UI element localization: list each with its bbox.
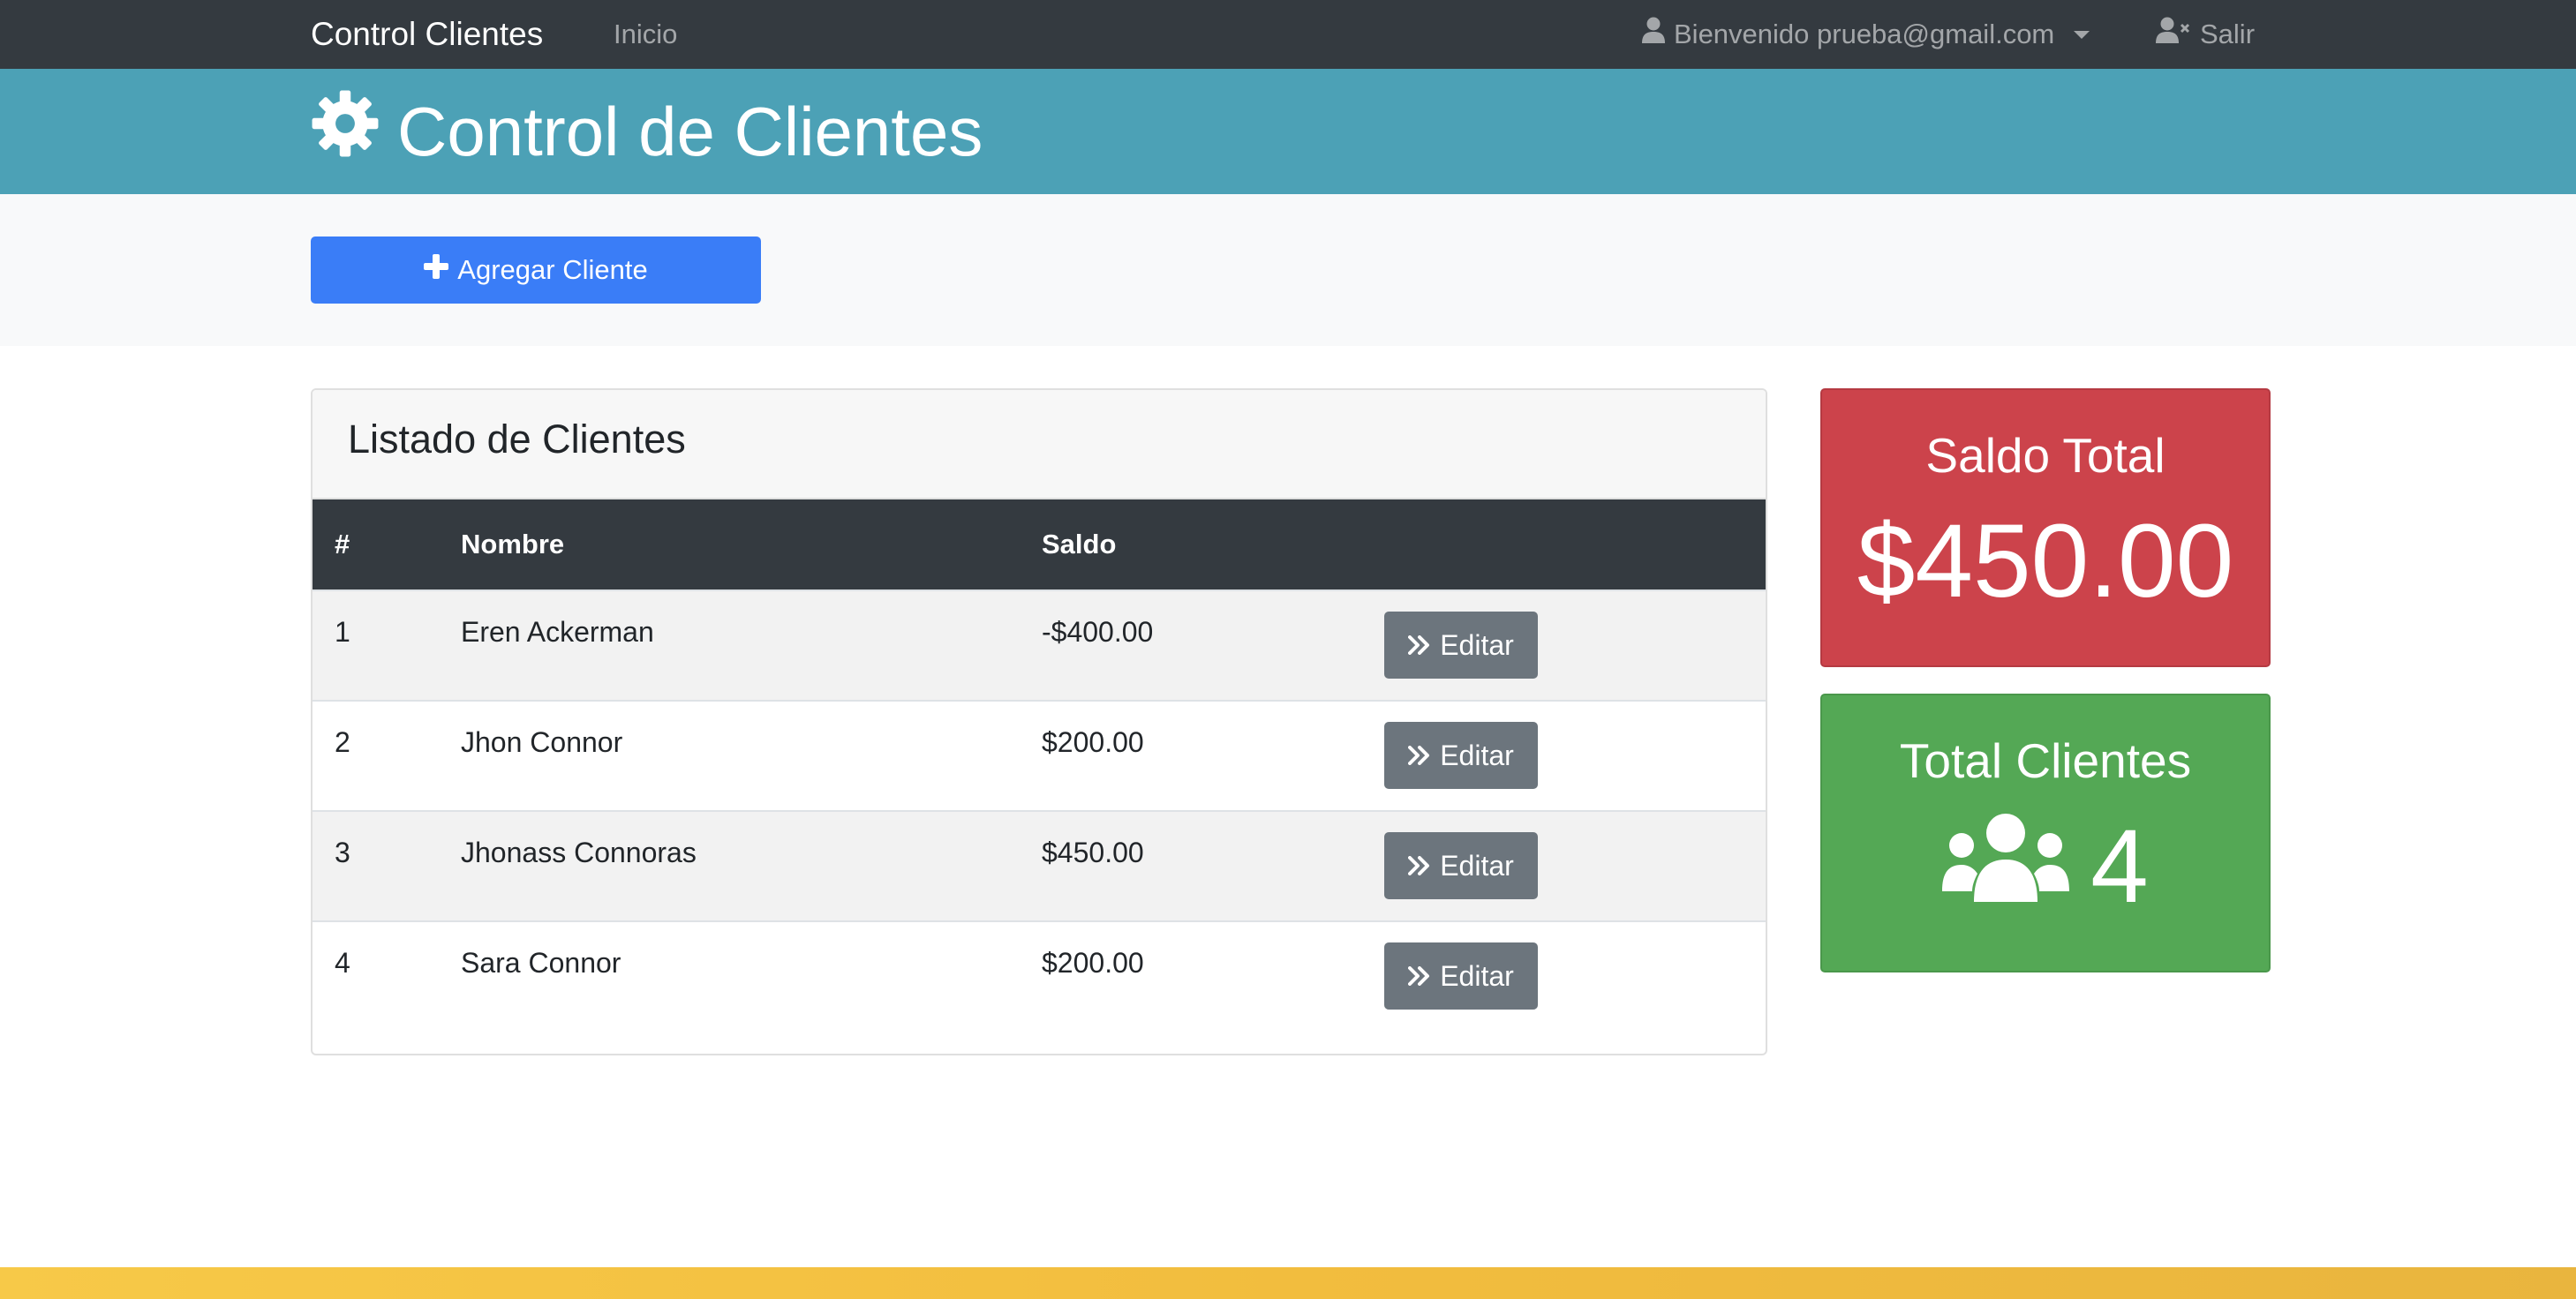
table-row: 2 Jhon Connor $200.00 Editar bbox=[313, 700, 1766, 810]
row-number: 2 bbox=[335, 726, 350, 758]
clients-card: Listado de Clientes # Nombre Saldo 1 Ere… bbox=[311, 388, 1767, 1055]
page-title-wrap: Control de Clientes bbox=[311, 69, 983, 194]
nav-link-inicio-label: Inicio bbox=[614, 19, 678, 49]
column-header-nombre: Nombre bbox=[461, 529, 565, 559]
total-clientes-label: Total Clientes bbox=[1899, 733, 2192, 788]
edit-button[interactable]: Editar bbox=[1384, 612, 1538, 679]
row-name: Sara Connor bbox=[461, 947, 621, 979]
logout-label: Salir bbox=[2200, 19, 2256, 49]
card-title: Listado de Clientes bbox=[348, 417, 686, 462]
edit-button-label: Editar bbox=[1440, 739, 1514, 771]
edit-button[interactable]: Editar bbox=[1384, 942, 1538, 1010]
column-header-number: # bbox=[335, 529, 350, 559]
add-client-button[interactable]: Agregar Cliente bbox=[311, 237, 761, 304]
page-header: Control de Clientes bbox=[0, 69, 2576, 194]
add-client-label: Agregar Cliente bbox=[457, 254, 648, 285]
angles-right-icon bbox=[1408, 960, 1431, 993]
actions-bar: Agregar Cliente bbox=[0, 194, 2576, 346]
plus-icon bbox=[424, 254, 449, 286]
edit-button[interactable]: Editar bbox=[1384, 832, 1538, 899]
row-name: Eren Ackerman bbox=[461, 616, 654, 648]
total-clientes-value-wrap: 4 bbox=[1822, 807, 2269, 927]
row-number: 3 bbox=[335, 837, 350, 868]
edit-button-label: Editar bbox=[1440, 849, 1514, 882]
angles-right-icon bbox=[1408, 850, 1431, 882]
nav-link-inicio[interactable]: Inicio bbox=[614, 0, 677, 69]
user-icon bbox=[1642, 0, 1665, 69]
saldo-total-label: Saldo Total bbox=[1925, 428, 2165, 483]
angles-right-icon bbox=[1408, 740, 1431, 772]
navbar-brand[interactable]: Control Clientes bbox=[311, 0, 543, 69]
row-number: 4 bbox=[335, 947, 350, 979]
row-saldo: $200.00 bbox=[1042, 947, 1144, 979]
row-saldo: $200.00 bbox=[1042, 726, 1144, 758]
row-saldo: $450.00 bbox=[1042, 837, 1144, 868]
row-number: 1 bbox=[335, 616, 350, 648]
column-header-saldo: Saldo bbox=[1042, 529, 1117, 559]
page-title: Control de Clientes bbox=[397, 92, 983, 170]
chevron-down-icon bbox=[2074, 30, 2090, 39]
user-times-icon bbox=[2156, 0, 2191, 69]
saldo-total-value: $450.00 bbox=[1857, 503, 2234, 619]
logout-link[interactable]: Salir bbox=[2156, 0, 2255, 69]
saldo-total-card: Saldo Total $450.00 bbox=[1820, 388, 2271, 667]
table-row: 3 Jhonass Connoras $450.00 Editar bbox=[313, 810, 1766, 920]
total-clientes-value: 4 bbox=[2090, 808, 2149, 925]
edit-button[interactable]: Editar bbox=[1384, 722, 1538, 789]
users-icon bbox=[1942, 807, 2070, 927]
row-name: Jhonass Connoras bbox=[461, 837, 697, 868]
table-row: 4 Sara Connor $200.00 Editar bbox=[313, 920, 1766, 1031]
row-name: Jhon Connor bbox=[461, 726, 623, 758]
total-clientes-card: Total Clientes 4 bbox=[1820, 694, 2271, 972]
table-header: # Nombre Saldo bbox=[313, 499, 1766, 589]
edit-button-label: Editar bbox=[1440, 628, 1514, 661]
user-dropdown-label: Bienvenido prueba@gmail.com bbox=[1674, 19, 2055, 49]
table-row: 1 Eren Ackerman -$400.00 Editar bbox=[313, 589, 1766, 700]
angles-right-icon bbox=[1408, 629, 1431, 662]
user-dropdown[interactable]: Bienvenido prueba@gmail.com bbox=[1642, 0, 2090, 69]
footer-bar bbox=[0, 1267, 2576, 1299]
navbar: Control Clientes Inicio Bienvenido prueb… bbox=[0, 0, 2576, 69]
card-header: Listado de Clientes bbox=[313, 390, 1766, 499]
edit-button-label: Editar bbox=[1440, 959, 1514, 992]
gear-icon bbox=[311, 89, 380, 175]
row-saldo: -$400.00 bbox=[1042, 616, 1154, 648]
